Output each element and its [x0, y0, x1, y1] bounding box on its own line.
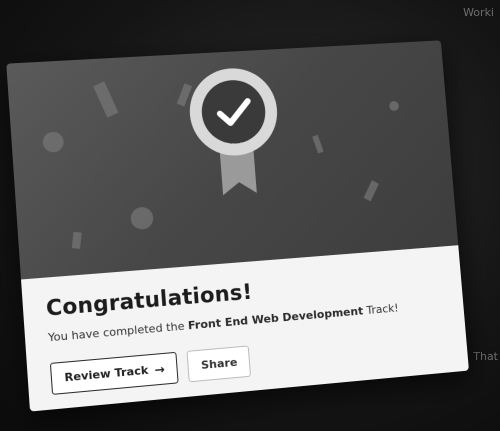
- modal-hero: [6, 40, 459, 280]
- review-track-label: Review Track: [64, 363, 149, 385]
- confetti-dot: [42, 131, 65, 153]
- screen-photo: Worki That Congratulations! You have com…: [0, 0, 500, 431]
- review-track-button[interactable]: Review Track →: [49, 351, 180, 395]
- modal-overlay: Congratulations! You have completed the …: [0, 0, 500, 431]
- confetti-bar: [93, 81, 119, 118]
- message-suffix: Track!: [362, 301, 400, 318]
- arrow-right-icon: →: [153, 361, 166, 377]
- congratulations-modal: Congratulations! You have completed the …: [6, 40, 469, 412]
- track-name: Front End Web Development: [187, 304, 364, 333]
- share-button[interactable]: Share: [186, 345, 252, 383]
- message-prefix: You have completed the: [47, 319, 189, 345]
- confetti-dot: [130, 206, 154, 231]
- award-ribbon-check-icon: [186, 65, 286, 209]
- confetti-bar: [363, 180, 379, 202]
- confetti-bar: [71, 231, 82, 249]
- confetti-bar: [312, 134, 324, 154]
- confetti-dot: [388, 100, 400, 112]
